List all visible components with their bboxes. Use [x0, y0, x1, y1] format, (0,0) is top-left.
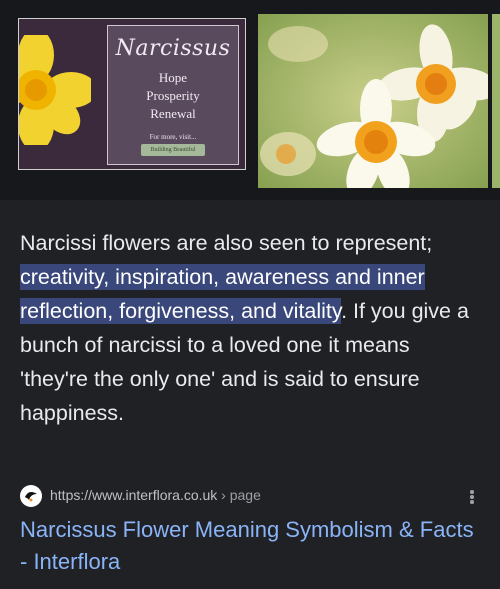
narcissus-meaning-image[interactable]: Narcissus Hope Prosperity Renewal For mo…: [18, 18, 246, 170]
more-vert-icon[interactable]: [464, 484, 480, 508]
interflora-icon[interactable]: [20, 485, 42, 507]
source-domain: https://www.interflora.co.uk: [50, 487, 218, 503]
source-row: https://www.interflora.co.uk › page: [20, 484, 480, 508]
card-text-panel: Narcissus Hope Prosperity Renewal For mo…: [107, 25, 239, 165]
daffodil-illustration: [19, 35, 91, 145]
image-carousel: Narcissus Hope Prosperity Renewal For mo…: [0, 0, 500, 200]
card-visit-text: For more, visit...: [149, 133, 197, 141]
card-line-hope: Hope: [158, 70, 188, 85]
card-title: Narcissus: [115, 36, 231, 61]
daffodil-photo[interactable]: [258, 14, 488, 188]
snippet-text-before: Narcissi flowers are also seen to repres…: [20, 231, 433, 255]
result-title-link[interactable]: Narcissus Flower Meaning Symbolism & Fac…: [20, 514, 480, 578]
source-path: › page: [217, 487, 261, 503]
next-image-peek[interactable]: [492, 14, 500, 188]
card-line-renewal: Renewal: [150, 106, 196, 121]
source-url[interactable]: https://www.interflora.co.uk › page: [50, 487, 261, 503]
featured-snippet-text: Narcissi flowers are also seen to repres…: [20, 226, 482, 430]
daffodil-photo-art: [258, 14, 488, 188]
card-line-prosperity: Prosperity: [146, 88, 200, 103]
card-logo: Building Beautiful: [141, 144, 205, 156]
